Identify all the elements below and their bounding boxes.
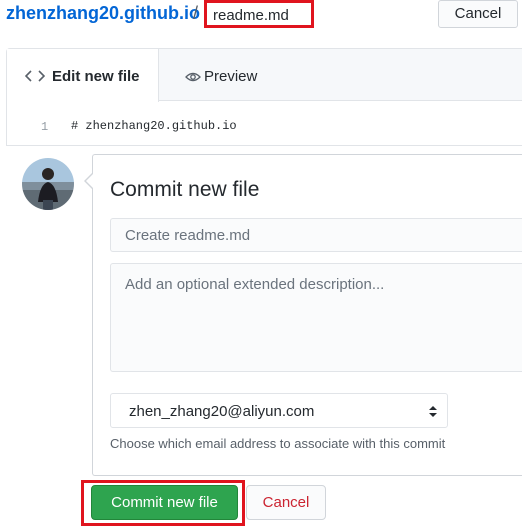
tab-edit-label: Edit new file xyxy=(52,68,140,85)
cancel-edit-button[interactable]: Cancel xyxy=(438,0,518,28)
email-select[interactable]: zhen_zhang20@aliyun.com xyxy=(110,393,448,428)
path-separator: / xyxy=(193,3,199,23)
tab-preview[interactable]: Preview xyxy=(177,49,277,101)
code-line[interactable]: # zhenzhang20.github.io xyxy=(71,119,237,133)
email-selected-value: zhen_zhang20@aliyun.com xyxy=(129,403,315,420)
commit-new-file-button[interactable]: Commit new file xyxy=(91,485,238,520)
commit-title: Commit new file xyxy=(110,178,260,201)
avatar xyxy=(22,158,74,210)
tab-edit-new-file[interactable]: Edit new file xyxy=(7,49,159,102)
file-editor: Edit new file Preview 1 # zhenzhang20.gi… xyxy=(6,48,522,146)
line-number: 1 xyxy=(41,120,49,134)
editor-tab-bar: Edit new file Preview xyxy=(7,49,522,102)
commit-description-input[interactable] xyxy=(110,263,522,372)
eye-icon xyxy=(185,72,201,82)
filename-highlight xyxy=(204,0,314,28)
filename-input[interactable] xyxy=(213,5,305,25)
form-pointer-fill xyxy=(86,173,94,189)
email-note: Choose which email address to associate … xyxy=(110,436,446,451)
repo-link[interactable]: zhenzhang20.github.io xyxy=(6,3,200,24)
select-arrows-icon xyxy=(429,406,437,417)
cancel-button[interactable]: Cancel xyxy=(246,485,326,520)
commit-summary-input[interactable] xyxy=(110,218,522,252)
tab-preview-label: Preview xyxy=(204,68,258,85)
code-icon xyxy=(25,70,45,82)
